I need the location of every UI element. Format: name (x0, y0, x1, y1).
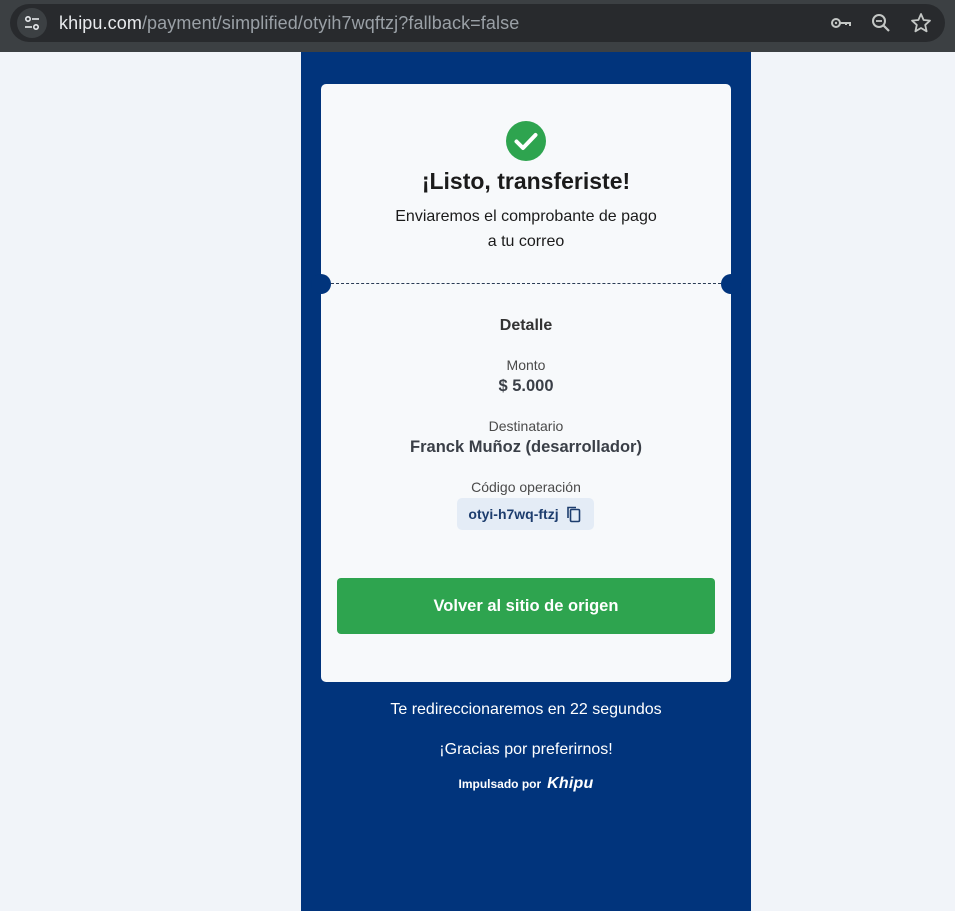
subtitle-line-2: a tu correo (487, 233, 565, 250)
detail-heading: Detalle (499, 317, 553, 334)
recipient-label: Destinatario (488, 418, 564, 434)
address-bar-actions (829, 4, 933, 42)
zoom-icon[interactable] (869, 11, 893, 35)
payment-panel: ¡Listo, transferiste! Enviaremos el comp… (301, 52, 751, 911)
amount-value: $ 5.000 (498, 377, 554, 395)
powered-by-label: Impulsado por (458, 777, 542, 791)
success-subtitle: Enviaremos el comprobante de pago a tu c… (376, 204, 676, 254)
tune-icon[interactable] (17, 8, 47, 38)
powered-by: Impulsado por Khipu (301, 774, 751, 794)
receipt-card: ¡Listo, transferiste! Enviaremos el comp… (311, 84, 741, 682)
khipu-logo: Khipu (547, 775, 594, 792)
return-to-origin-button[interactable]: Volver al sitio de origen (337, 578, 715, 634)
thanks-message: ¡Gracias por preferirnos! (439, 741, 613, 758)
browser-toolbar: khipu.com/payment/simplified/otyih7wqftz… (0, 0, 955, 52)
address-bar[interactable]: khipu.com/payment/simplified/otyih7wqftz… (10, 4, 945, 42)
operation-code-chip[interactable]: otyi-h7wq-ftzj (457, 498, 594, 530)
url-text[interactable]: khipu.com/payment/simplified/otyih7wqftz… (59, 13, 519, 34)
url-host: khipu.com (59, 12, 142, 33)
operation-code-label: Código operación (471, 479, 581, 495)
url-path: /payment/simplified/otyih7wqftzj?fallbac… (141, 12, 520, 33)
ticket-notch-left (311, 274, 331, 294)
operation-code: otyi-h7wq-ftzj (468, 506, 559, 522)
success-check-icon (505, 120, 547, 162)
ticket-divider (331, 283, 721, 284)
key-icon[interactable] (829, 11, 853, 35)
copy-icon[interactable] (565, 505, 583, 523)
ticket-notch-right (721, 274, 741, 294)
redirect-countdown: Te redireccionaremos en 22 segundos (390, 701, 662, 718)
star-icon[interactable] (909, 11, 933, 35)
recipient-value: Franck Muñoz (desarrollador) (410, 438, 642, 456)
amount-label: Monto (506, 357, 546, 373)
success-title: ¡Listo, transferiste! (421, 168, 631, 194)
subtitle-line-1: Enviaremos el comprobante de pago (395, 208, 657, 225)
